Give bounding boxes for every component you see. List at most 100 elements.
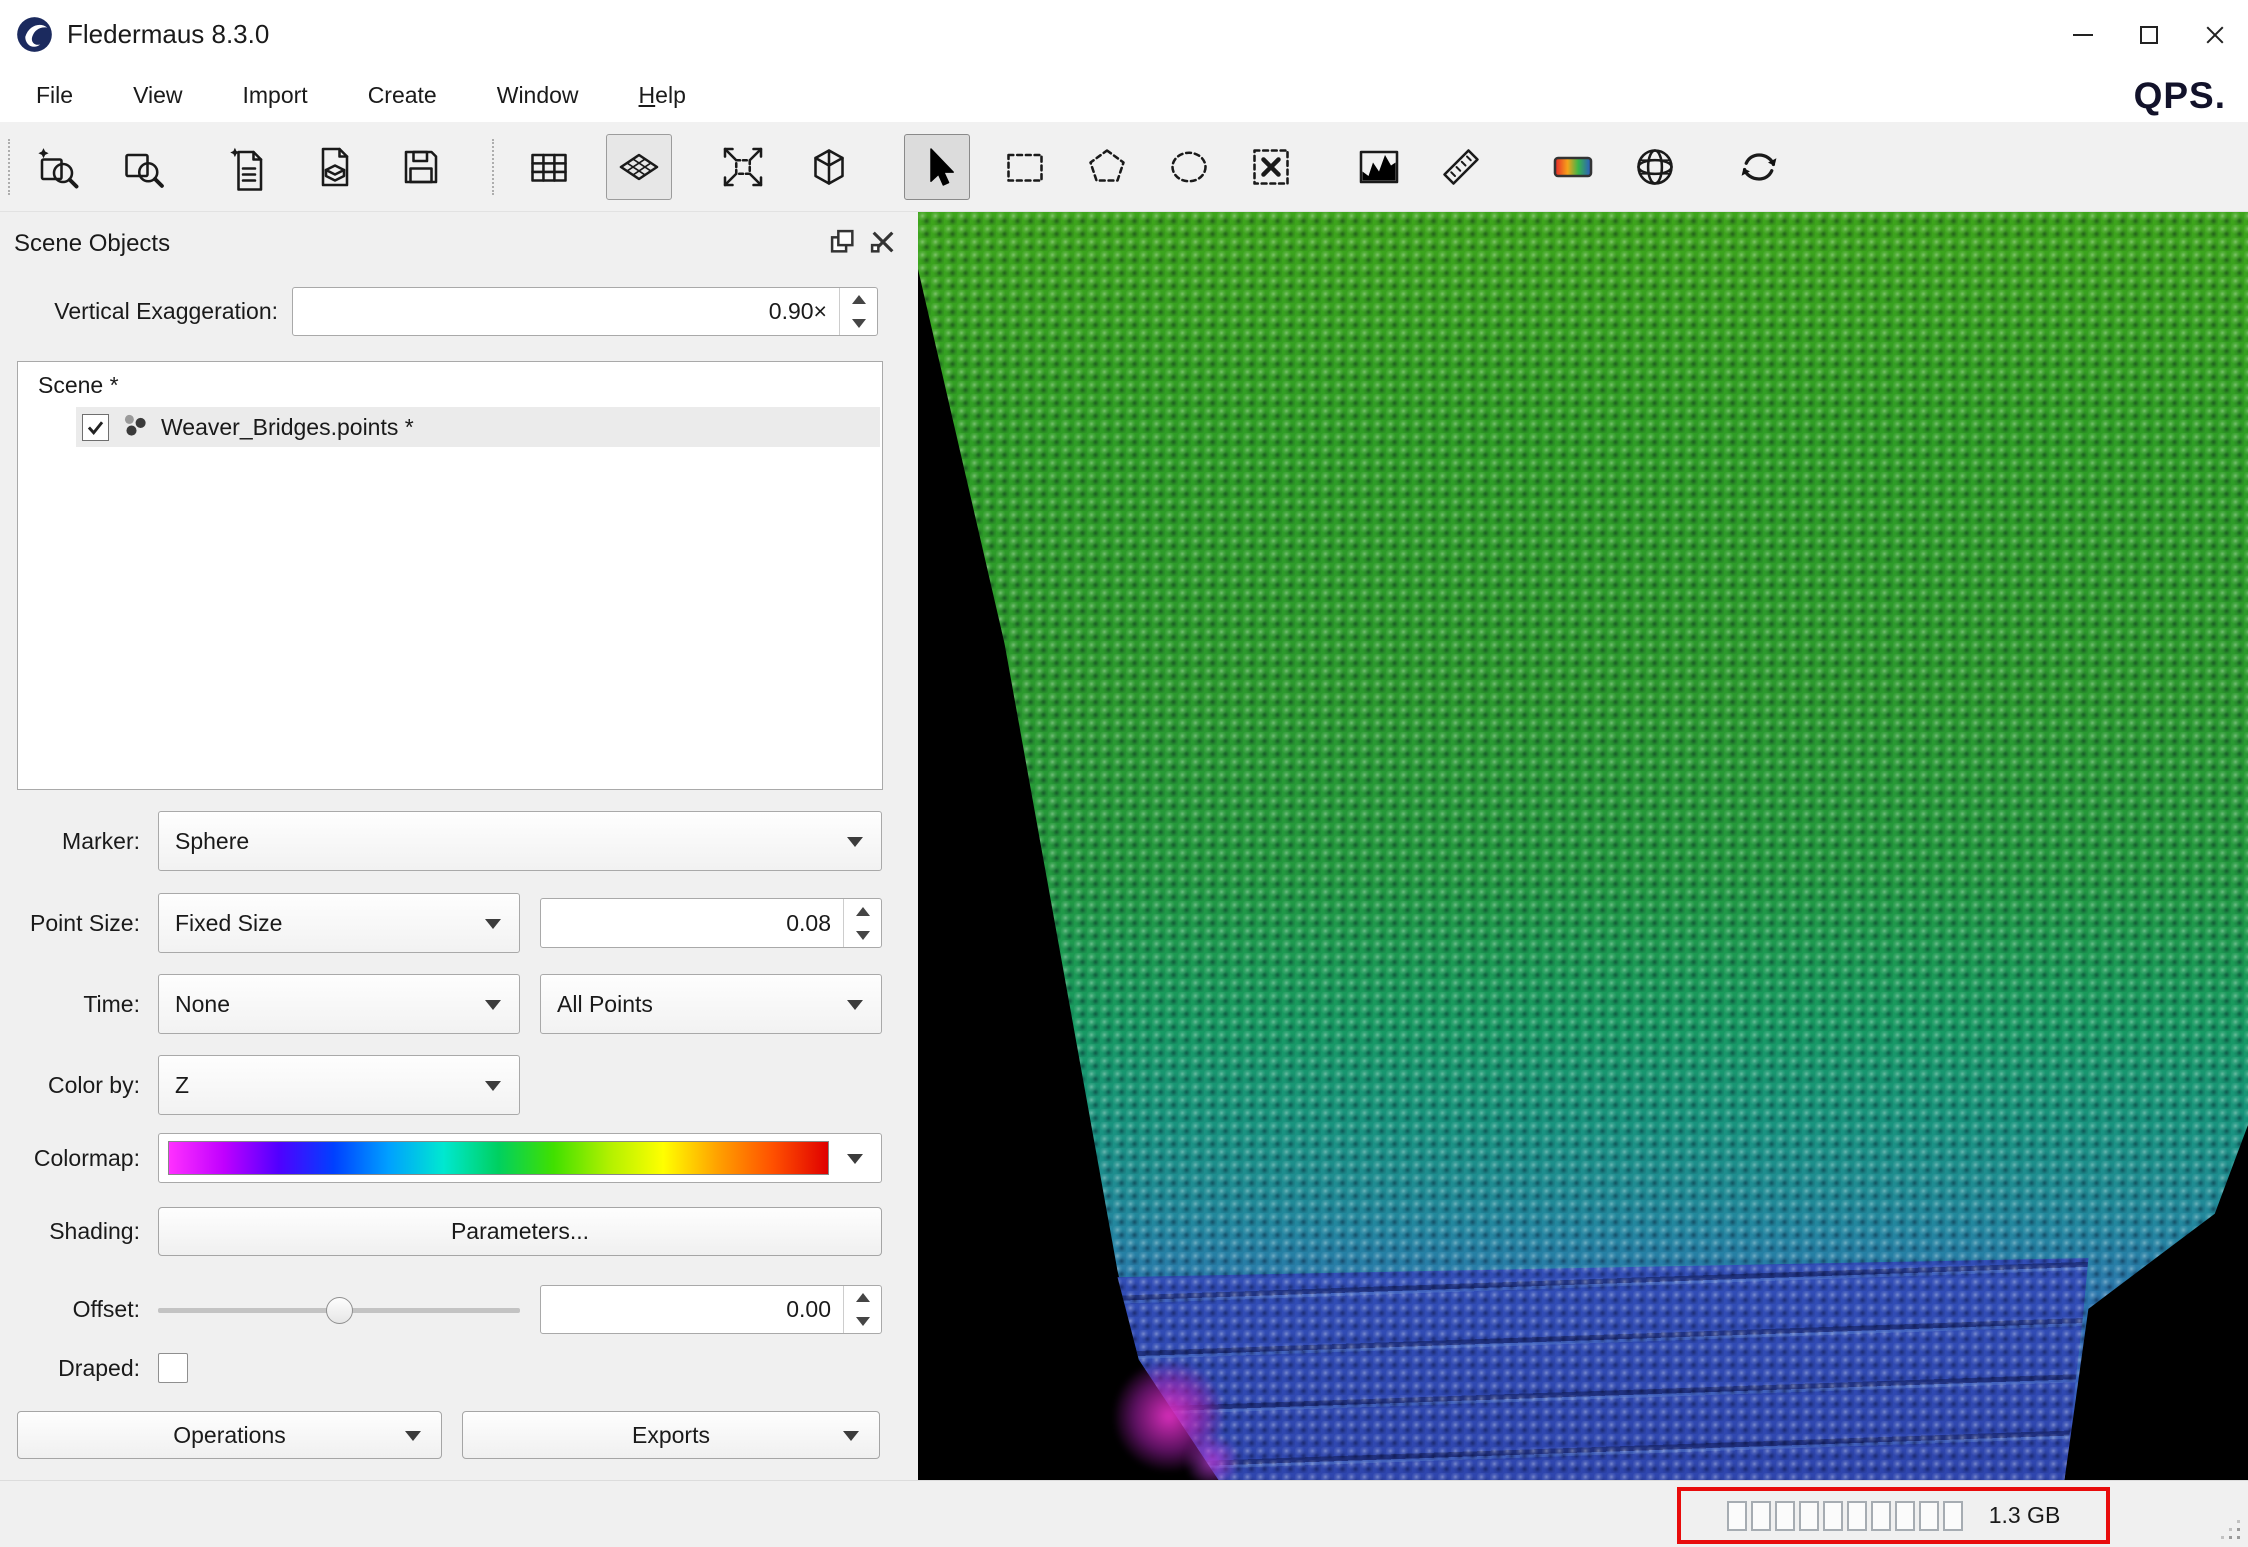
draped-label: Draped: [0,1353,140,1383]
rectangle-select-button[interactable] [992,134,1058,200]
color-by-combobox[interactable]: Z [158,1055,520,1115]
resize-grip[interactable] [2237,1536,2240,1539]
scene-tree-root[interactable]: Scene * [18,362,882,399]
vertical-exaggeration-label: Vertical Exaggeration: [0,287,278,336]
spin-down-button[interactable] [844,1310,881,1334]
point-size-spinner [843,899,881,947]
magenta-points [1180,1438,1244,1480]
rotate-view-button[interactable] [1726,134,1792,200]
menu-create[interactable]: Create [338,74,467,117]
save-icon [397,143,445,191]
viewport-3d[interactable] [918,212,2248,1480]
menu-window[interactable]: Window [467,74,609,117]
offset-input[interactable]: 0.00 [540,1285,882,1334]
point-size-label: Point Size: [0,893,140,953]
scene-tree-item[interactable]: Weaver_Bridges.points * [76,407,880,447]
memory-usage-highlight: 1.3 GB [1677,1487,2110,1544]
grid-view-button[interactable] [516,134,582,200]
toolbar-separator [8,139,10,195]
offset-slider[interactable] [158,1294,520,1326]
close-panel-icon [869,228,897,256]
import-surface-icon [311,143,359,191]
menu-import[interactable]: Import [213,74,338,117]
save-button[interactable] [388,134,454,200]
polygon-select-icon [1083,143,1131,191]
arrow-up-icon [856,1293,870,1302]
measure-icon [1437,143,1485,191]
toolbar-separator [492,139,494,195]
new-scene-button[interactable] [24,134,90,200]
shaded-surface-button[interactable] [606,134,672,200]
scene-tree: Scene * Weaver_Bridges.points * [17,361,883,790]
draped-checkbox[interactable] [158,1353,188,1383]
shaded-surface-icon [615,143,663,191]
colormap-button[interactable] [1540,134,1606,200]
menubar: File View Import Create Window Help QPS. [0,69,2248,122]
slider-handle[interactable] [326,1297,353,1324]
clear-selection-icon [1247,143,1295,191]
spin-up-button[interactable] [840,288,877,312]
app-window: Fledermaus 8.3.0 File View Import Create… [0,0,2248,1547]
time-points-combobox[interactable]: All Points [540,974,882,1034]
marker-label: Marker: [0,811,140,871]
vertical-exaggeration-input[interactable]: 0.90× [292,287,878,336]
item-visibility-checkbox[interactable] [82,414,109,441]
arrow-up-icon [852,295,866,304]
close-panel-button[interactable] [869,228,897,256]
exports-button[interactable]: Exports [462,1411,880,1459]
arrow-down-icon [856,931,870,940]
marker-combobox[interactable]: Sphere [158,811,882,871]
colormap-combobox[interactable] [158,1133,882,1183]
colormap-icon [1549,143,1597,191]
time-mode-combobox[interactable]: None [158,974,520,1034]
float-panel-button[interactable] [829,228,857,256]
clear-selection-button[interactable] [1238,134,1304,200]
spin-up-button[interactable] [844,1286,881,1310]
minimize-button[interactable] [2050,0,2116,69]
lasso-select-button[interactable] [1156,134,1222,200]
spin-down-button[interactable] [844,923,881,947]
bounding-cube-button[interactable] [796,134,862,200]
mesh-sphere-button[interactable] [1622,134,1688,200]
open-scene-button[interactable] [110,134,176,200]
memory-usage-text: 1.3 GB [1989,1502,2061,1529]
toolbar [0,122,2248,212]
maximize-button[interactable] [2116,0,2182,69]
menu-help[interactable]: Help [609,74,716,117]
rectangle-select-icon [1001,143,1049,191]
spin-down-button[interactable] [840,312,877,336]
vertical-exaggeration-spinner [839,288,877,335]
point-size-input[interactable]: 0.08 [540,898,882,948]
scene-objects-panel: Scene Objects Vertical Exaggeration: 0.9… [0,212,918,1480]
zoom-extents-icon [719,143,767,191]
lasso-select-icon [1165,143,1213,191]
measure-button[interactable] [1428,134,1494,200]
zoom-extents-button[interactable] [710,134,776,200]
window-controls [2050,0,2248,69]
import-file-button[interactable] [216,134,282,200]
maximize-icon [2140,26,2158,44]
float-panel-icon [829,228,857,256]
operations-button[interactable]: Operations [17,1411,442,1459]
histogram-button[interactable] [1346,134,1412,200]
histogram-icon [1355,143,1403,191]
menu-view[interactable]: View [103,74,212,117]
color-by-label: Color by: [0,1055,140,1115]
point-size-mode-combobox[interactable]: Fixed Size [158,893,520,953]
new-scene-icon [33,143,81,191]
shading-parameters-button[interactable]: Parameters... [158,1207,882,1256]
arrow-down-icon [856,1317,870,1326]
open-scene-icon [119,143,167,191]
offset-value: 0.00 [786,1286,831,1333]
close-button[interactable] [2182,0,2248,69]
import-surface-button[interactable] [302,134,368,200]
select-cursor-button[interactable] [904,134,970,200]
titlebar: Fledermaus 8.3.0 [0,0,2248,69]
bounding-cube-icon [805,143,853,191]
spin-up-button[interactable] [844,899,881,923]
memory-progress-segments [1727,1501,1963,1531]
colormap-label: Colormap: [0,1133,140,1183]
check-icon [85,417,106,438]
polygon-select-button[interactable] [1074,134,1140,200]
menu-file[interactable]: File [6,74,103,117]
